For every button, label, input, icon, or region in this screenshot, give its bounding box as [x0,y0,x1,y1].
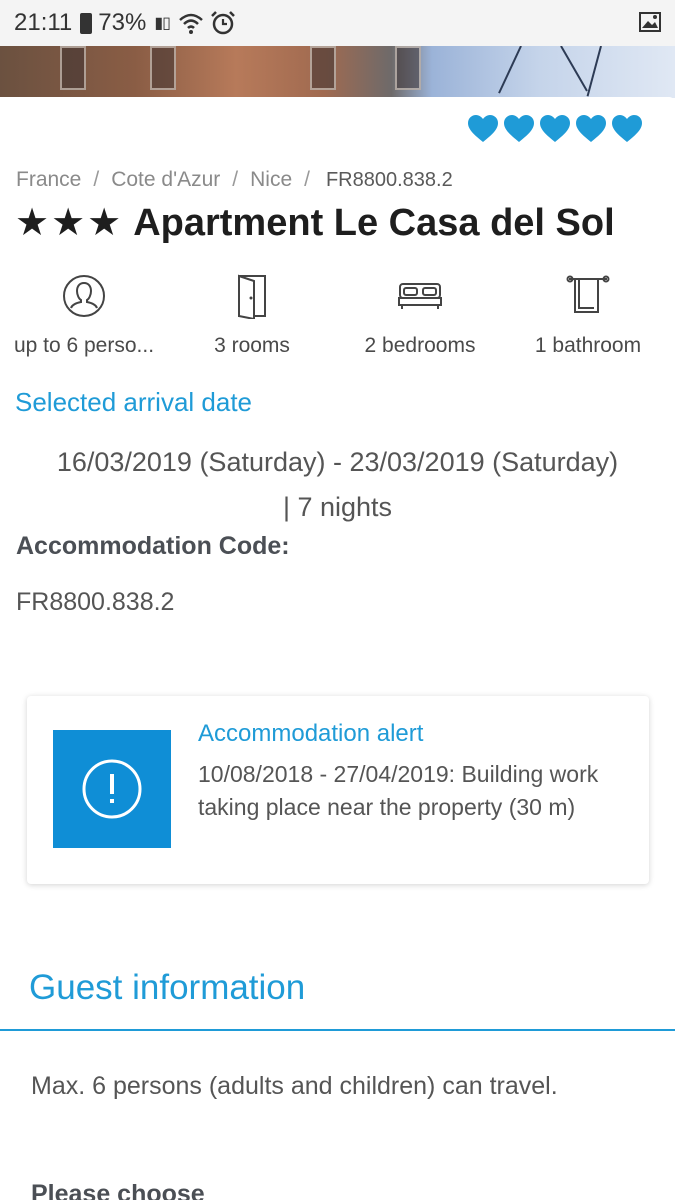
accommodation-alert: Accommodation alert 10/08/2018 - 27/04/2… [27,696,649,884]
photo-window [395,46,421,90]
heart-icon [612,115,642,142]
alarm-icon [211,11,235,35]
section-divider [0,1029,675,1031]
photo-branch [560,46,588,92]
feature-bathroom: 1 bathroom [504,272,672,358]
photo-window [310,46,336,90]
heart-icon [540,115,570,142]
exclamation-icon [82,759,142,819]
heart-rating [467,114,643,144]
breadcrumb-city[interactable]: Nice [250,168,292,192]
status-bar: 21:11 73% ▮▯ [0,0,675,46]
please-choose-label: Please choose [31,1180,205,1200]
accommodation-code-label: Accommodation Code: [16,532,290,560]
heart-icon [468,115,498,142]
wifi-icon [179,13,203,34]
star-rating: ★★★ [15,202,124,244]
breadcrumb-country[interactable]: France [16,168,81,192]
breadcrumb-separator: / [93,168,100,191]
header-photo[interactable] [0,46,675,98]
breadcrumb-separator: / [232,168,239,191]
breadcrumb: France / Cote d'Azur / Nice / FR8800.838… [16,168,453,192]
door-icon [238,274,266,319]
guest-info-heading[interactable]: Guest information [29,968,305,1008]
photo-branch [498,46,522,94]
person-icon [63,275,105,317]
feature-label: 1 bathroom [534,334,642,357]
property-name: Apartment Le Casa del Sol [133,202,615,244]
photo-branch [586,46,602,97]
photo-window [150,46,176,90]
accommodation-code-value: FR8800.838.2 [16,588,175,616]
bed-icon [398,283,442,309]
heart-icon [576,115,606,142]
feature-label: 2 bedrooms [364,334,476,357]
alert-title: Accommodation alert [198,720,424,747]
page-title: ★★★ Apartment Le Casa del Sol [15,200,615,245]
feature-rooms: 3 rooms [168,272,336,358]
battery-percent: 73% [98,9,147,36]
gallery-icon [639,12,661,32]
alert-icon-box [53,730,171,848]
feature-persons: up to 6 perso... [0,272,168,358]
status-time: 21:11 [14,9,73,36]
arrival-dates: 16/03/2019 (Saturday) - 23/03/2019 (Satu… [0,440,675,530]
arrival-date-range: 16/03/2019 (Saturday) - 23/03/2019 (Satu… [56,447,619,477]
guest-info-text: Max. 6 persons (adults and children) can… [31,1072,558,1100]
battery-icon [80,12,93,34]
content-sheet [0,97,675,1200]
breadcrumb-separator: / [304,168,310,191]
bathroom-icon [566,275,610,313]
arrival-nights: | 7 nights [282,492,393,522]
feature-bedrooms: 2 bedrooms [336,272,504,358]
feature-label: 3 rooms [214,334,290,357]
feature-label: up to 6 perso... [13,334,155,357]
arrival-heading[interactable]: Selected arrival date [15,387,252,418]
photo-window [60,46,86,90]
breadcrumb-region[interactable]: Cote d'Azur [111,168,220,192]
signal-icon: ▮▯ [154,15,171,32]
heart-icon [504,115,534,142]
alert-text: 10/08/2018 - 27/04/2019: Building work t… [198,761,599,820]
breadcrumb-code: FR8800.838.2 [325,169,453,191]
feature-list: up to 6 perso... 3 rooms 2 bedrooms 1 ba… [0,272,675,358]
